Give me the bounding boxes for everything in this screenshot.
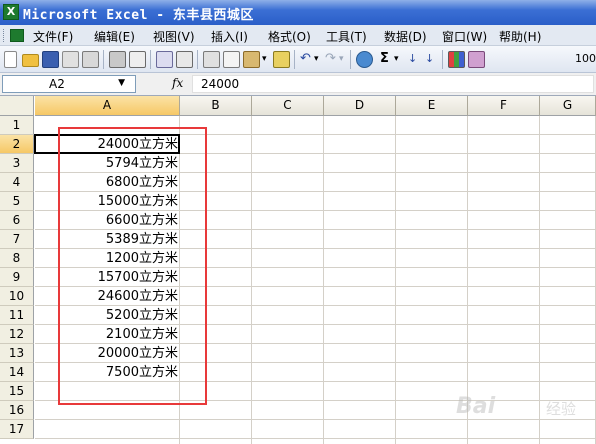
autosum-icon[interactable]: Σ: [380, 50, 389, 68]
row-header-3[interactable]: 3: [0, 154, 34, 173]
email-icon[interactable]: [82, 51, 99, 68]
select-all-corner[interactable]: [0, 96, 34, 116]
name-box-dropdown-icon[interactable]: ▼: [118, 78, 125, 88]
row-header-8[interactable]: 8: [0, 249, 34, 268]
row-header-6[interactable]: 6: [0, 211, 34, 230]
cut-icon[interactable]: [203, 51, 220, 68]
drawing-icon[interactable]: [468, 51, 485, 68]
column-header-d[interactable]: D: [324, 96, 396, 116]
workbook-icon[interactable]: [10, 29, 24, 42]
hyperlink-icon[interactable]: [356, 51, 373, 68]
formula-input[interactable]: 24000: [192, 75, 594, 93]
row-header-2[interactable]: 2: [0, 135, 34, 154]
column-gridline: [395, 116, 396, 444]
column-header-b[interactable]: B: [180, 96, 252, 116]
print-preview-icon[interactable]: [129, 51, 146, 68]
undo-dropdown-icon[interactable]: ▾: [314, 50, 319, 68]
row-header-4[interactable]: 4: [0, 173, 34, 192]
menu-file[interactable]: 文件(F): [33, 28, 73, 45]
research-icon[interactable]: [176, 51, 193, 68]
row-header-15[interactable]: 15: [0, 382, 34, 401]
toolbar-separator: [150, 50, 151, 69]
watermark-subtitle: 经验: [546, 400, 577, 418]
menu-data[interactable]: 数据(D): [384, 28, 427, 45]
format-painter-icon[interactable]: [273, 51, 290, 68]
column-gridline: [323, 116, 324, 444]
paste-icon[interactable]: [243, 51, 260, 68]
column-header-e[interactable]: E: [396, 96, 468, 116]
redo-icon[interactable]: ↷: [325, 50, 336, 68]
column-header-f[interactable]: F: [468, 96, 540, 116]
toolbar-separator: [442, 50, 443, 69]
title-bar: X Microsoft Excel - 东丰县西城区: [0, 0, 596, 25]
open-folder-icon[interactable]: [22, 54, 39, 67]
sort-ascending-icon[interactable]: ↓: [408, 50, 417, 68]
permission-icon[interactable]: [62, 51, 79, 68]
undo-icon[interactable]: ↶: [300, 50, 311, 68]
standard-toolbar: ▾ ↶ ▾ ↷ ▾ Σ ▾ ↓ ↓ 100%: [0, 46, 596, 73]
spelling-icon[interactable]: [156, 51, 173, 68]
excel-app-icon[interactable]: X: [3, 4, 19, 20]
sort-descending-icon[interactable]: ↓: [425, 50, 434, 68]
menu-tools[interactable]: 工具(T): [326, 28, 367, 45]
paste-dropdown-icon[interactable]: ▾: [262, 50, 267, 68]
name-box-value: A2: [49, 77, 65, 91]
row-header-7[interactable]: 7: [0, 230, 34, 249]
column-header-c[interactable]: C: [252, 96, 324, 116]
cell-a17[interactable]: [35, 420, 180, 439]
formula-content: 24000: [201, 77, 240, 91]
toolbar-separator: [350, 50, 351, 69]
zoom-level[interactable]: 100%: [575, 52, 596, 65]
row-header-10[interactable]: 10: [0, 287, 34, 306]
column-header-g[interactable]: G: [540, 96, 596, 116]
name-box[interactable]: A2 ▼: [2, 75, 136, 93]
row-header-13[interactable]: 13: [0, 344, 34, 363]
toolbar-separator: [103, 50, 104, 69]
column-gridline: [251, 116, 252, 444]
red-highlight-box: [58, 127, 207, 405]
row-header-9[interactable]: 9: [0, 268, 34, 287]
row-header-12[interactable]: 12: [0, 325, 34, 344]
row-header-17[interactable]: 17: [0, 420, 34, 439]
menu-grip-handle[interactable]: [3, 29, 6, 42]
autosum-dropdown-icon[interactable]: ▾: [394, 50, 399, 68]
menu-edit[interactable]: 编辑(E): [94, 28, 135, 45]
menu-help[interactable]: 帮助(H): [499, 28, 541, 45]
chart-wizard-icon[interactable]: [448, 51, 465, 68]
new-document-icon[interactable]: [4, 51, 17, 68]
print-icon[interactable]: [109, 51, 126, 68]
menu-format[interactable]: 格式(O): [268, 28, 311, 45]
toolbar-separator: [294, 50, 295, 69]
menu-insert[interactable]: 插入(I): [211, 28, 248, 45]
watermark-logo: Bai: [456, 394, 496, 419]
baidu-watermark: Bai 经验: [452, 388, 592, 428]
row-header-14[interactable]: 14: [0, 363, 34, 382]
formula-bar: A2 ▼ fx 24000: [0, 73, 596, 96]
row-header-1[interactable]: 1: [0, 116, 34, 135]
column-header-a[interactable]: A: [35, 96, 180, 116]
insert-function-icon[interactable]: fx: [172, 76, 183, 90]
row-header-11[interactable]: 11: [0, 306, 34, 325]
redo-dropdown-icon[interactable]: ▾: [339, 50, 344, 68]
toolbar-separator: [197, 50, 198, 69]
window-title: Microsoft Excel - 东丰县西城区: [23, 8, 254, 23]
menu-window[interactable]: 窗口(W): [442, 28, 487, 45]
copy-icon[interactable]: [223, 51, 240, 68]
menu-bar: 文件(F) 编辑(E) 视图(V) 插入(I) 格式(O) 工具(T) 数据(D…: [0, 25, 596, 46]
row-header-16[interactable]: 16: [0, 401, 34, 420]
menu-view[interactable]: 视图(V): [153, 28, 195, 45]
save-icon[interactable]: [42, 51, 59, 68]
row-header-5[interactable]: 5: [0, 192, 34, 211]
